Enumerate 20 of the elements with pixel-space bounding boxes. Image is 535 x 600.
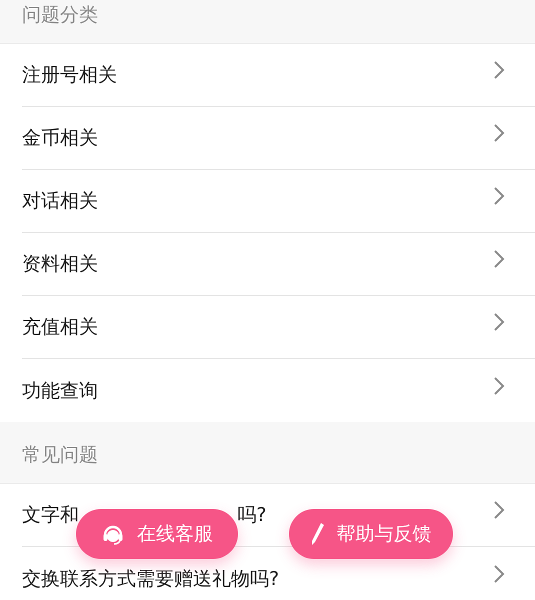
pencil-icon xyxy=(310,522,324,546)
item-label[interactable]: 金币相关 xyxy=(22,127,98,149)
item-label[interactable]: 文字和 xyxy=(22,504,79,526)
chevron-right-icon xyxy=(493,249,505,269)
item-label[interactable]: 吗? xyxy=(237,504,266,526)
chevron-right-icon xyxy=(493,376,505,396)
chevron-right-icon xyxy=(493,564,505,584)
section-title: 常见问题 xyxy=(22,443,98,467)
item-label[interactable]: 资料相关 xyxy=(22,253,98,275)
section-title: 问题分类 xyxy=(22,3,98,27)
item-label[interactable]: 功能查询 xyxy=(22,380,98,402)
chevron-right-icon xyxy=(493,500,505,520)
chevron-right-icon xyxy=(493,60,505,80)
item-label[interactable]: 交换联系方式需要赠送礼物吗? xyxy=(22,568,280,590)
chevron-right-icon xyxy=(493,186,505,206)
item-label[interactable]: 充值相关 xyxy=(22,316,98,338)
chevron-right-icon xyxy=(493,123,505,143)
item-label[interactable]: 对话相关 xyxy=(22,190,98,212)
item-label[interactable]: 注册号相关 xyxy=(22,64,117,86)
chevron-right-icon xyxy=(493,312,505,332)
